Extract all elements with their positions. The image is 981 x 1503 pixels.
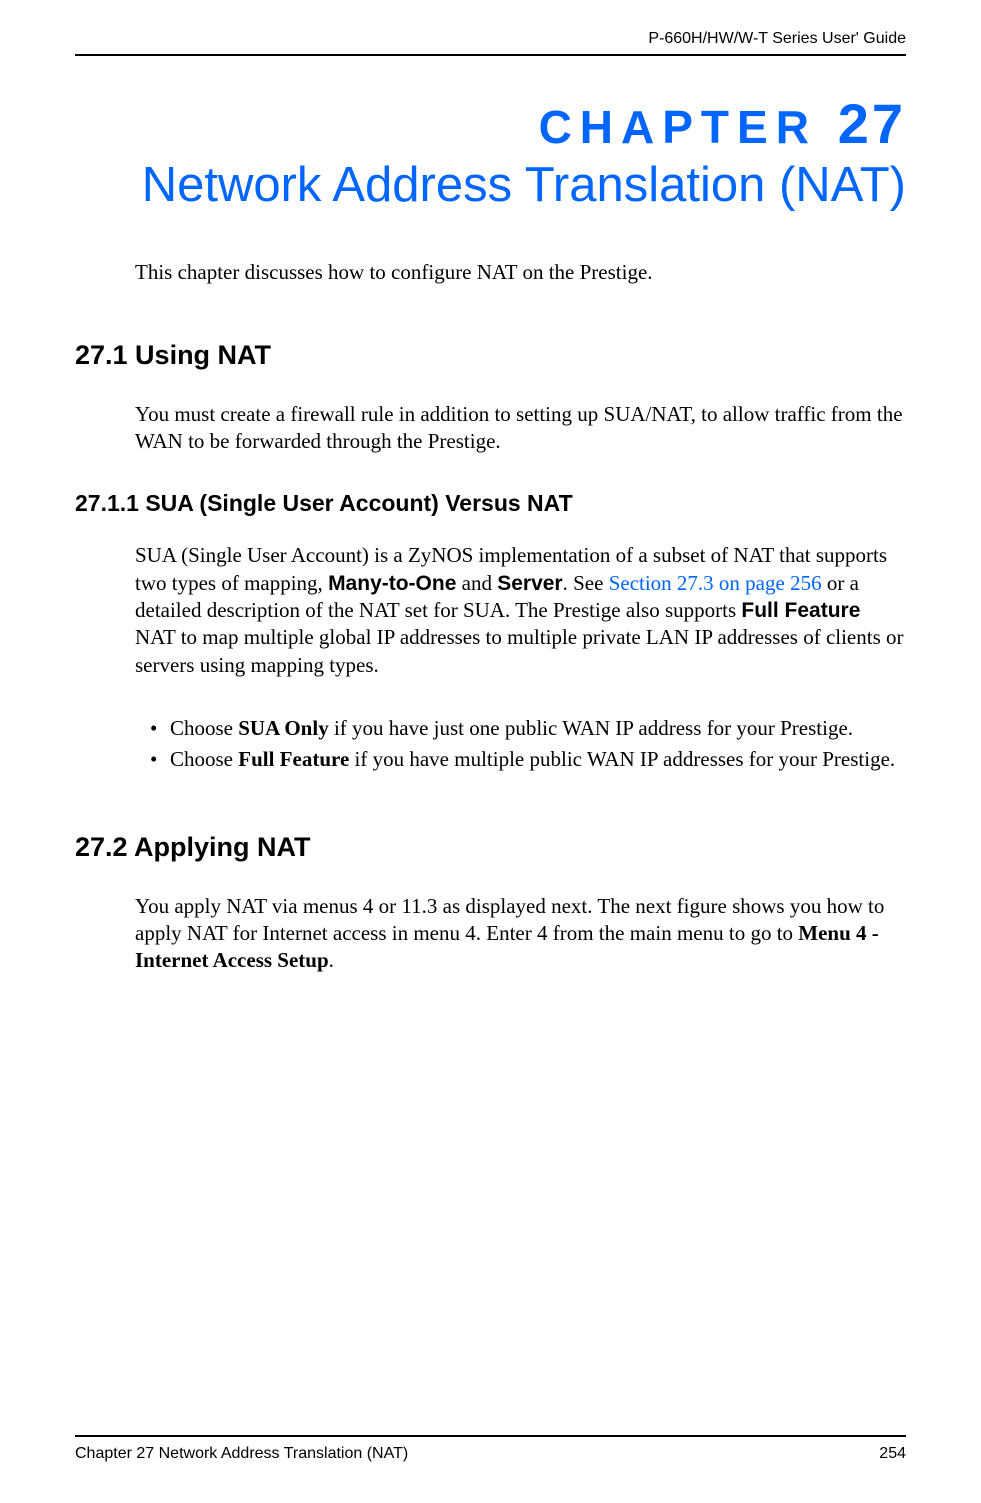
bold-sua-only: SUA Only <box>238 716 328 740</box>
list-item: Choose Full Feature if you have multiple… <box>135 745 906 774</box>
bold-full-feature: Full Feature <box>741 599 860 622</box>
section-27-1-1-body: SUA (Single User Account) is a ZyNOS imp… <box>135 542 906 678</box>
section-27-2-heading: 27.2 Applying NAT <box>75 832 906 863</box>
link-section-27-3[interactable]: Section 27.3 on page 256 <box>609 571 822 595</box>
bold-full-feature-2: Full Feature <box>238 747 349 771</box>
chapter-label-prefix: CHAPTER <box>539 101 817 153</box>
chapter-number: 27 <box>838 92 906 155</box>
chapter-intro: This chapter discusses how to configure … <box>135 260 906 285</box>
footer-chapter-ref: Chapter 27 Network Address Translation (… <box>75 1445 408 1463</box>
chapter-title: Network Address Translation (NAT) <box>75 156 906 215</box>
guide-title: P-660H/HW/W-T Series User' Guide <box>648 30 906 48</box>
section-27-1-heading: 27.1 Using NAT <box>75 340 906 371</box>
chapter-label: CHAPTER 27 <box>75 91 906 156</box>
bold-server: Server <box>497 572 562 595</box>
list-item: Choose SUA Only if you have just one pub… <box>135 714 906 743</box>
page-header: P-660H/HW/W-T Series User' Guide <box>75 30 906 56</box>
bullet-list: Choose SUA Only if you have just one pub… <box>135 714 906 777</box>
section-27-2-body: You apply NAT via menus 4 or 11.3 as dis… <box>135 893 906 975</box>
bold-many-to-one: Many-to-One <box>328 572 456 595</box>
section-27-1-body: You must create a firewall rule in addit… <box>135 401 906 456</box>
footer-page-number: 254 <box>879 1445 906 1463</box>
section-27-1-1-heading: 27.1.1 SUA (Single User Account) Versus … <box>75 490 906 517</box>
page-footer: Chapter 27 Network Address Translation (… <box>75 1435 906 1463</box>
